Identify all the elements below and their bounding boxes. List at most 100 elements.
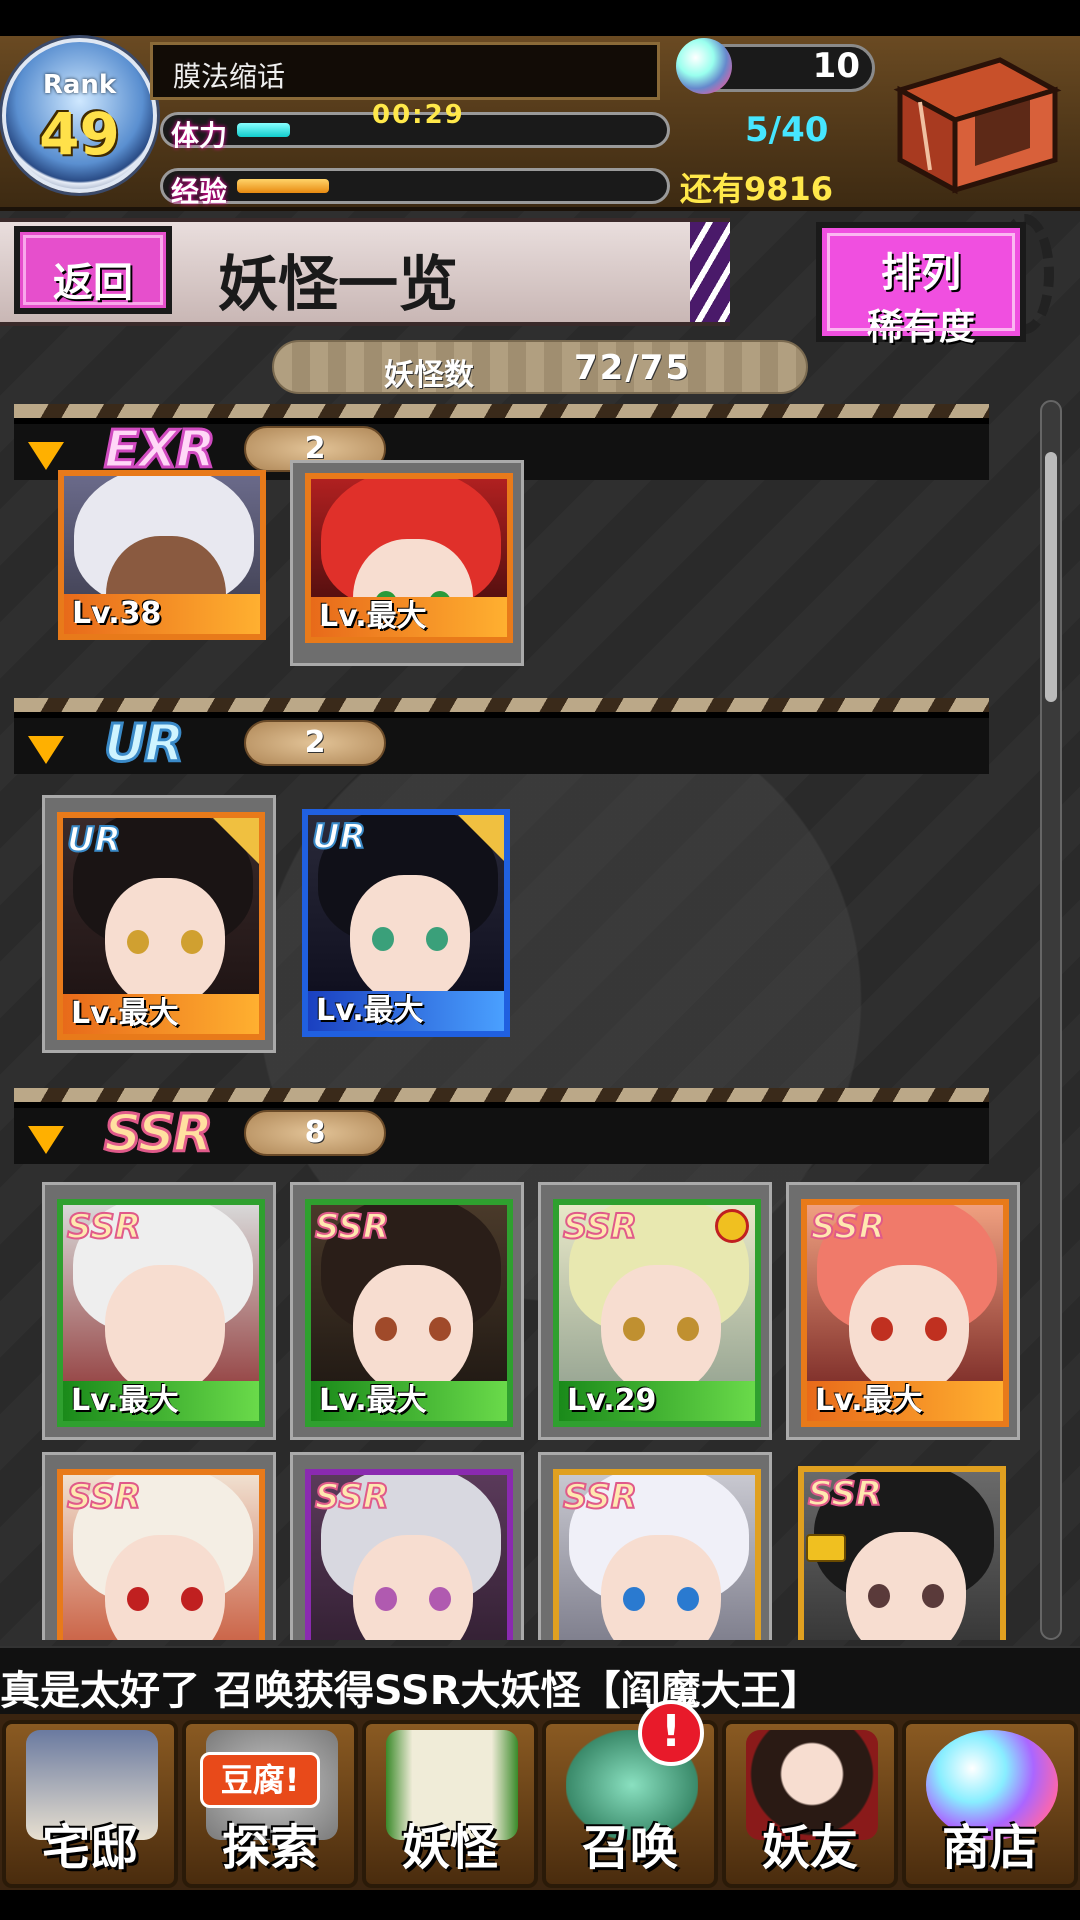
- nav-mansion[interactable]: 宅邸: [2, 1720, 178, 1888]
- yokai-card[interactable]: SSR: [290, 1452, 524, 1640]
- rarity-badge: UR: [311, 816, 367, 858]
- section-count: 2: [244, 720, 386, 766]
- sort-mode-label: 稀有度: [866, 307, 975, 348]
- news-ticker: 真是太好了 召唤获得SSR大妖怪【阎魔大王】: [0, 1646, 1080, 1714]
- yokai-portrait: SSR Lv.29: [553, 1199, 761, 1427]
- rarity-badge: SSR: [562, 1476, 638, 1518]
- stamina-count: 5/40: [745, 110, 829, 150]
- yokai-card[interactable]: SSR Lv.最大: [290, 1182, 524, 1440]
- yokai-portrait: SSR Lv.最大: [801, 1199, 1009, 1427]
- yokai-card[interactable]: UR Lv.最大: [290, 795, 524, 1053]
- stamina-timer: 00:29: [372, 100, 465, 130]
- collapse-arrow-icon[interactable]: [28, 736, 64, 764]
- level-label: Lv.38: [64, 594, 260, 634]
- yokai-portrait: Lv.38: [58, 470, 266, 640]
- nav-label: 探索: [221, 1820, 318, 1876]
- level-label: Lv.最大: [63, 1381, 259, 1421]
- yokai-portrait: SSR: [553, 1469, 761, 1640]
- yokai-portrait: SSR Lv.最大: [305, 1199, 513, 1427]
- rarity-badge: SSR: [807, 1473, 883, 1515]
- back-button[interactable]: 返回: [14, 226, 172, 314]
- collapse-arrow-icon[interactable]: [28, 1126, 64, 1154]
- rarity-badge: SSR: [66, 1476, 142, 1518]
- yokai-portrait: UR Lv.最大: [57, 812, 265, 1040]
- level-label: Lv.最大: [807, 1381, 1003, 1421]
- page-title: 妖怪一览: [218, 250, 458, 320]
- yokai-card[interactable]: SSR: [538, 1452, 772, 1640]
- yokai-list[interactable]: EXR 2 Lv.38 Lv.最大 UR 2 UR Lv.最大 UR Lv.最大…: [0, 400, 1080, 1640]
- sort-button[interactable]: 排列 稀有度: [816, 222, 1026, 348]
- rarity-badge: SSR: [314, 1206, 390, 1248]
- yokai-portrait: SSR Lv.最大: [57, 1199, 265, 1427]
- level-label: Lv.29: [559, 1381, 755, 1421]
- rarity-label: SSR: [102, 1103, 214, 1166]
- yokai-card[interactable]: SSR Lv.29: [538, 1182, 772, 1440]
- status-bar: [0, 0, 1080, 36]
- spirit-orb-icon: [676, 38, 732, 94]
- rarity-badge: SSR: [66, 1206, 142, 1248]
- rarity-badge: UR: [66, 819, 122, 861]
- sort-button-label: 排列: [881, 250, 961, 296]
- back-button-label: 返回: [53, 260, 133, 306]
- game-screen: Rank 49 膜法缩话 体力 00:29 经验 10 5/40 还有9816 …: [0, 0, 1080, 1920]
- level-label: Lv.最大: [63, 994, 259, 1034]
- yokai-card[interactable]: UR Lv.最大: [42, 795, 276, 1053]
- rank-value: 49: [39, 100, 120, 168]
- star-icon: [213, 818, 259, 864]
- section-count: 8: [244, 1110, 386, 1156]
- orb-count: 10: [812, 46, 860, 86]
- lock-icon: [806, 1534, 846, 1562]
- summon-alert-badge: !: [638, 1700, 704, 1766]
- treasure-chest-icon[interactable]: [880, 50, 1065, 200]
- level-label: Lv.最大: [311, 597, 507, 637]
- rank-badge[interactable]: Rank 49: [2, 38, 157, 193]
- bottom-nav: 宅邸 探索 妖怪 召唤 妖友 商店: [0, 1714, 1080, 1890]
- yokai-card[interactable]: Lv.38: [48, 470, 282, 650]
- yokai-portrait: UR Lv.最大: [302, 809, 510, 1037]
- rarity-label: UR: [102, 713, 185, 776]
- nav-friends[interactable]: 妖友: [722, 1720, 898, 1888]
- rarity-badge: SSR: [810, 1206, 886, 1248]
- yokai-count-value: 72/75: [574, 348, 692, 388]
- section-header-ur[interactable]: UR 2: [14, 698, 989, 776]
- yokai-count-bar: 妖怪数 72/75: [272, 340, 808, 394]
- rarity-badge: SSR: [314, 1476, 390, 1518]
- player-name[interactable]: 膜法缩话: [150, 42, 660, 100]
- system-nav-bar: [0, 1890, 1080, 1920]
- star-icon: [458, 815, 504, 861]
- scrollbar-thumb[interactable]: [1045, 452, 1057, 702]
- nav-label: 妖怪: [401, 1820, 498, 1876]
- exp-bar: 经验: [160, 168, 670, 208]
- medal-icon: [715, 1209, 749, 1243]
- yokai-card[interactable]: SSR Lv.最大: [786, 1182, 1020, 1440]
- exp-label: 经验: [171, 175, 228, 208]
- exp-remaining: 还有9816: [680, 170, 834, 208]
- section-header-ssr[interactable]: SSR 8: [14, 1088, 989, 1166]
- nav-label: 妖友: [761, 1820, 858, 1876]
- nav-shop[interactable]: 商店: [902, 1720, 1078, 1888]
- rarity-badge: SSR: [562, 1206, 638, 1248]
- nav-label: 召唤: [581, 1820, 678, 1876]
- stamina-fill: [237, 123, 290, 137]
- yokai-card[interactable]: SSR Lv.最大: [42, 1182, 276, 1440]
- yokai-count-label: 妖怪数: [384, 358, 474, 393]
- yokai-portrait: SSR: [305, 1469, 513, 1640]
- stamina-label: 体力: [171, 119, 228, 152]
- yokai-card[interactable]: Lv.最大: [290, 460, 524, 666]
- ticker-text: 真是太好了 召唤获得SSR大妖怪【阎魔大王】: [0, 1668, 821, 1714]
- list-scrollbar[interactable]: [1040, 400, 1062, 1640]
- nav-label: 宅邸: [41, 1820, 138, 1876]
- tofu-badge: 豆腐!: [200, 1752, 320, 1808]
- yokai-card[interactable]: SSR: [42, 1452, 276, 1640]
- yokai-portrait: SSR: [798, 1466, 1006, 1640]
- collapse-arrow-icon[interactable]: [28, 442, 64, 470]
- level-label: Lv.最大: [311, 1381, 507, 1421]
- yokai-portrait: Lv.最大: [305, 473, 513, 643]
- nav-label: 商店: [941, 1820, 1038, 1876]
- yokai-card[interactable]: SSR: [786, 1452, 1020, 1640]
- yokai-portrait: SSR: [57, 1469, 265, 1640]
- rank-label: Rank: [42, 70, 117, 100]
- exp-fill: [237, 179, 329, 193]
- level-label: Lv.最大: [308, 991, 504, 1031]
- nav-yokai[interactable]: 妖怪: [362, 1720, 538, 1888]
